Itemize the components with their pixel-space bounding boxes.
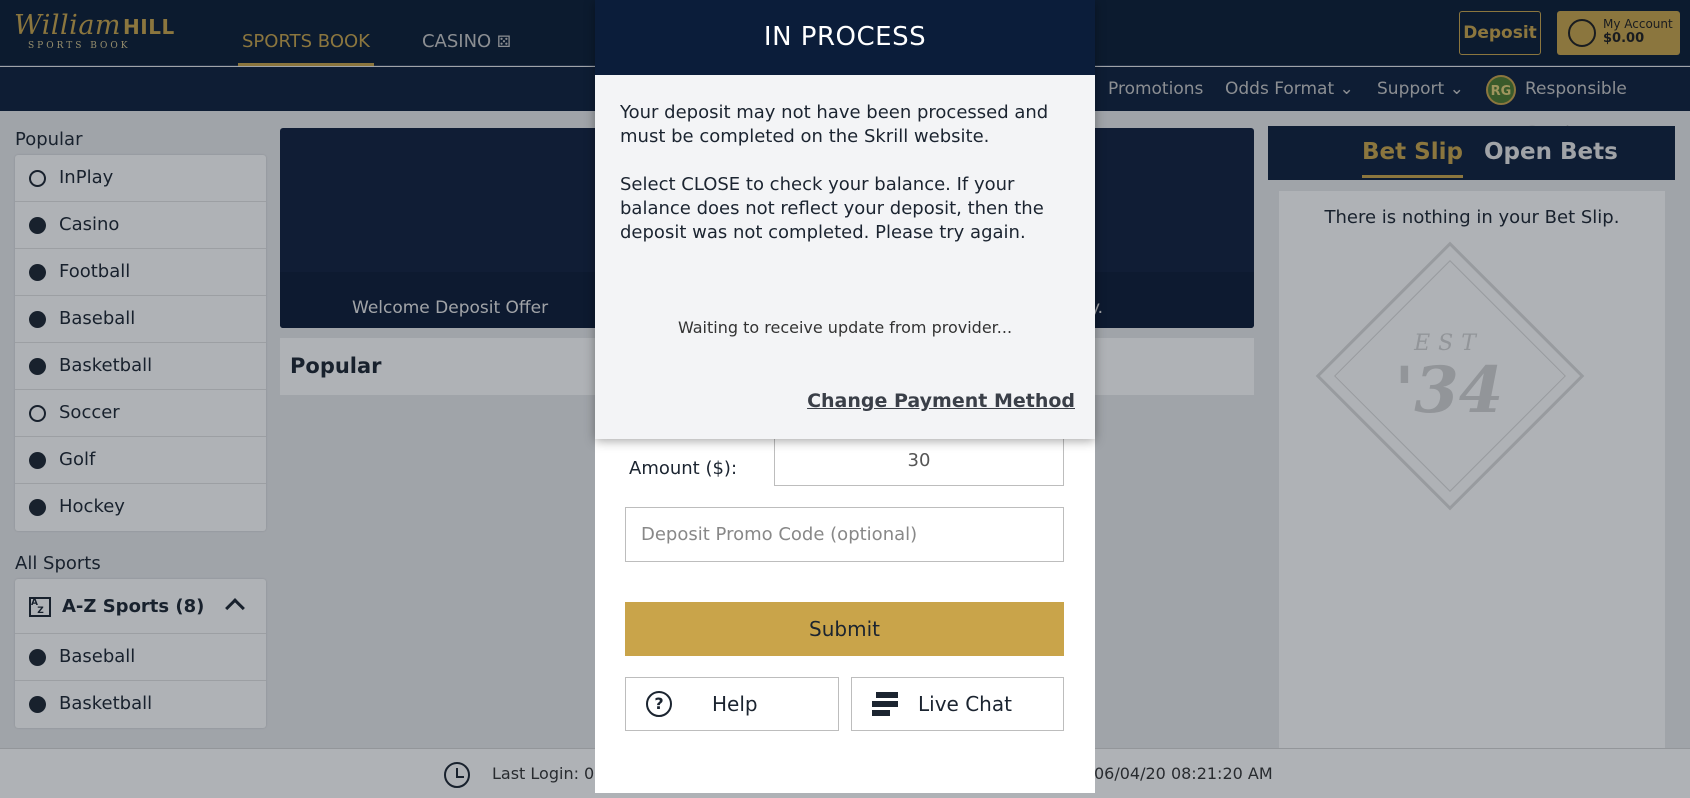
help-label: Help bbox=[712, 692, 758, 716]
amount-input[interactable]: 30 bbox=[774, 436, 1064, 486]
live-chat-button[interactable]: Live Chat bbox=[851, 677, 1064, 731]
in-process-modal: IN PROCESS Your deposit may not have bee… bbox=[595, 0, 1095, 439]
help-button[interactable]: ? Help bbox=[625, 677, 839, 731]
modal-message-2: Select CLOSE to check your balance. If y… bbox=[620, 174, 1044, 243]
help-question-icon: ? bbox=[646, 691, 672, 717]
waiting-status: Waiting to receive update from provider.… bbox=[677, 318, 1013, 337]
promo-code-input[interactable]: Deposit Promo Code (optional) bbox=[625, 507, 1064, 562]
change-payment-method-link[interactable]: Change Payment Method bbox=[807, 390, 1075, 412]
live-chat-label: Live Chat bbox=[918, 692, 1012, 716]
modal-title: IN PROCESS bbox=[595, 0, 1095, 75]
amount-label: Amount ($): bbox=[629, 458, 738, 479]
submit-button[interactable]: Submit bbox=[625, 602, 1064, 656]
modal-message-1: Your deposit may not have been processed… bbox=[620, 102, 1049, 147]
chat-bubble-icon bbox=[872, 692, 898, 716]
